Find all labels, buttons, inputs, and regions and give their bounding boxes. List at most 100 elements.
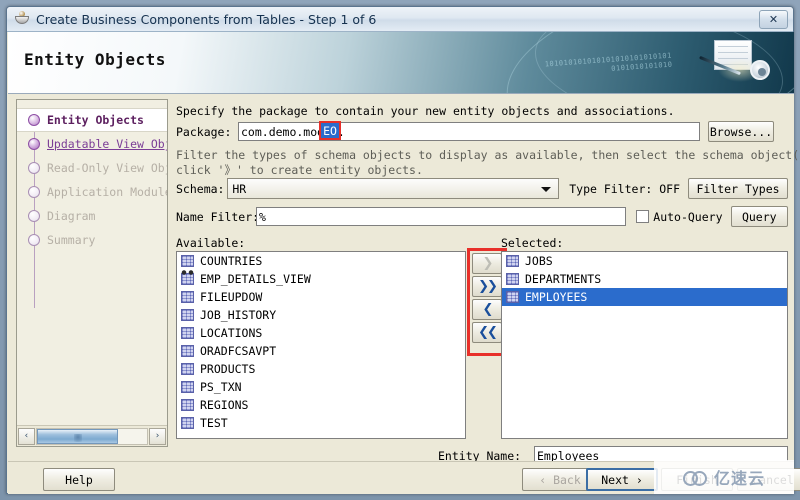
selected-list-label: Selected: — [501, 236, 564, 250]
step-bullet-icon — [28, 138, 40, 150]
sidebar-item-label: Read-Only View Obje — [47, 161, 167, 175]
step-bullet-icon — [28, 186, 40, 198]
query-button[interactable]: Query — [730, 206, 788, 227]
wizard-content-pane: Specify the package to contain your new … — [176, 96, 800, 465]
coffee-cup-icon — [14, 11, 30, 27]
screen: Create Business Components from Tables -… — [0, 0, 800, 500]
auto-query-checkbox[interactable] — [636, 210, 650, 223]
table-icon — [181, 345, 194, 357]
list-item[interactable]: LOCATIONS — [177, 324, 465, 342]
move-left-button[interactable]: ❮ — [472, 299, 502, 320]
list-item[interactable]: PS_TXN — [177, 378, 465, 396]
list-item-label: FILEUPDOW — [200, 290, 263, 304]
list-item-label: DEPARTMENTS — [525, 272, 602, 286]
list-item-label: TEST — [200, 416, 228, 430]
table-icon — [181, 363, 194, 375]
schema-select[interactable]: HR — [227, 178, 560, 199]
dialog-window: Create Business Components from Tables -… — [6, 6, 800, 494]
package-hint-text: Specify the package to contain your new … — [176, 104, 675, 118]
move-all-left-button[interactable]: ❮❮ — [472, 322, 502, 343]
name-filter-input[interactable]: % — [256, 207, 627, 226]
filter-types-button[interactable]: Filter Types — [688, 178, 788, 199]
sidebar-item-summary: Summary — [17, 228, 167, 252]
watermark: 亿速云 — [654, 460, 794, 494]
browse-button[interactable]: Browse... — [708, 121, 774, 142]
list-item[interactable]: DEPARTMENTS — [502, 270, 787, 288]
list-item-label: PRODUCTS — [200, 362, 256, 376]
list-item-label: PS_TXN — [200, 380, 242, 394]
help-button[interactable]: Help — [43, 468, 115, 491]
table-icon — [181, 399, 194, 411]
schema-select-value: HR — [232, 181, 247, 196]
list-item[interactable]: PRODUCTS — [177, 360, 465, 378]
scroll-left-icon[interactable]: ‹ — [18, 427, 35, 445]
filter-hint-line1: Filter the types of schema objects to di… — [176, 148, 800, 162]
table-icon — [506, 273, 519, 285]
dialog-body: Entity Objects Updatable View Obje Read-… — [8, 94, 800, 465]
sidebar-horizontal-scrollbar[interactable]: ‹ › — [17, 425, 167, 446]
selected-list[interactable]: JOBS DEPARTMENTS EMPLOYEES — [501, 251, 788, 439]
watermark-logo-icon — [682, 469, 709, 486]
sidebar-item-updatable-view-objects[interactable]: Updatable View Obje — [17, 132, 167, 156]
sidebar-item-application-module: Application Module — [17, 180, 167, 204]
table-icon — [181, 417, 194, 429]
scroll-right-icon[interactable]: › — [149, 427, 166, 445]
list-item[interactable]: COUNTRIES — [177, 252, 465, 270]
table-icon — [181, 309, 194, 321]
page-title: Entity Objects — [24, 50, 166, 69]
step-bullet-icon — [28, 210, 40, 222]
list-item[interactable]: TEST — [177, 414, 465, 432]
list-item[interactable]: JOB_HISTORY — [177, 306, 465, 324]
filter-hint-line2: click '》' to create entity objects. — [176, 163, 423, 177]
table-icon — [181, 255, 194, 267]
step-bullet-icon — [28, 114, 40, 126]
sidebar-item-entity-objects[interactable]: Entity Objects — [17, 108, 167, 132]
close-icon[interactable]: ✕ — [759, 10, 788, 29]
wizard-step-sidebar: Entity Objects Updatable View Obje Read-… — [16, 99, 168, 447]
package-suffix-selected-text: EO — [321, 123, 339, 138]
sidebar-item-read-only-view-objects: Read-Only View Obje — [17, 156, 167, 180]
list-item-label: JOB_HISTORY — [200, 308, 277, 322]
list-item[interactable]: ORADFCSAVPT — [177, 342, 465, 360]
chevron-down-icon — [541, 186, 552, 192]
dialog-footer: Help ‹ Back Next › Finish Cancel 亿速云 — [8, 460, 800, 494]
sidebar-item-diagram: Diagram — [17, 204, 167, 228]
step-bullet-icon — [28, 234, 40, 246]
package-input[interactable]: com.demo.model. — [238, 122, 700, 141]
list-item[interactable]: EMP_DETAILS_VIEW — [177, 270, 465, 288]
package-label: Package: — [176, 124, 232, 139]
list-item[interactable]: EMPLOYEES — [502, 288, 787, 306]
table-icon — [181, 327, 194, 339]
move-right-button: ❯ — [472, 253, 502, 274]
sidebar-item-label: Diagram — [47, 209, 96, 223]
available-list[interactable]: COUNTRIES EMP_DETAILS_VIEW FILEUPDOW JOB_HI… — [176, 251, 466, 439]
list-item-label: REGIONS — [200, 398, 249, 412]
scrollbar-track[interactable] — [36, 427, 148, 445]
available-list-label: Available: — [176, 236, 246, 250]
list-item-label: JOBS — [525, 254, 553, 268]
list-item[interactable]: FILEUPDOW — [177, 288, 465, 306]
type-filter-status: Type Filter: OFF — [569, 181, 680, 196]
list-item[interactable]: JOBS — [502, 252, 787, 270]
table-icon — [181, 381, 194, 393]
name-filter-label: Name Filter: — [176, 209, 260, 224]
title-bar: Create Business Components from Tables -… — [7, 7, 793, 32]
view-icon — [181, 270, 195, 285]
list-item-label: EMP_DETAILS_VIEW — [200, 272, 311, 286]
list-item-label: EMPLOYEES — [525, 290, 588, 304]
list-item-label: LOCATIONS — [200, 326, 263, 340]
list-item[interactable]: REGIONS — [177, 396, 465, 414]
table-icon — [181, 291, 194, 303]
list-item-label: ORADFCSAVPT — [200, 344, 277, 358]
name-filter-value: % — [259, 209, 266, 224]
sidebar-item-label: Summary — [47, 233, 96, 247]
sidebar-item-label: Entity Objects — [47, 113, 144, 127]
scrollbar-thumb[interactable] — [37, 428, 119, 444]
sidebar-item-label: Updatable View Obje — [47, 137, 167, 151]
header-banner: 101010101010101010101010101 010101010101… — [8, 32, 794, 94]
sidebar-item-label: Application Module — [47, 185, 167, 199]
next-button[interactable]: Next › — [586, 468, 658, 491]
move-all-right-button[interactable]: ❯❯ — [472, 276, 502, 297]
watermark-text: 亿速云 — [713, 469, 765, 488]
window-title: Create Business Components from Tables -… — [36, 11, 377, 27]
